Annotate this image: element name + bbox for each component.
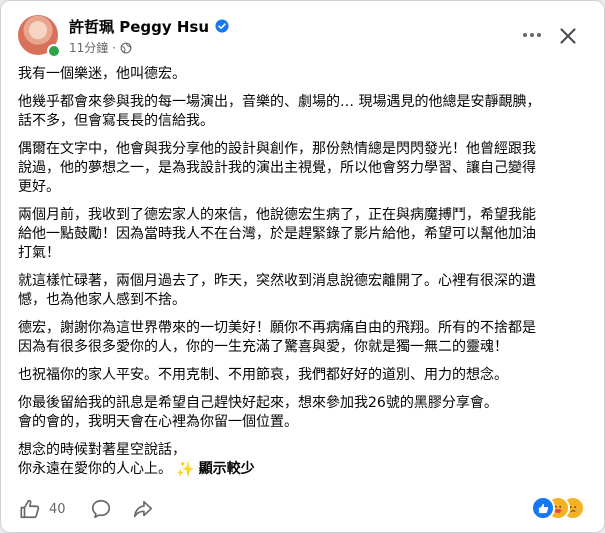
comment-button[interactable] xyxy=(90,497,112,521)
author-row: 許哲珮 Peggy Hsu xyxy=(69,16,229,36)
close-icon xyxy=(560,28,576,44)
online-status-dot xyxy=(47,44,61,58)
post-paragraph: 就這樣忙碌著，兩個月過去了，昨天，突然收到消息說德宏離開了。心裡有很深的遺 憾，… xyxy=(18,273,536,308)
author-avatar[interactable] xyxy=(18,15,61,58)
like-count[interactable]: 40 xyxy=(49,502,66,517)
share-arrow-icon xyxy=(133,500,153,518)
post-body: 我有一個樂迷，他叫德宏。 他幾乎都會來參與我的每一場演出，音樂的、劇場的… 現場… xyxy=(18,65,588,488)
show-less-link[interactable]: 顯示較少 xyxy=(199,460,255,479)
post-paragraph: 偶爾在文字中，他會與我分享他的設計與創作，那份熱情總是閃閃發光！他曾經跟我 說過… xyxy=(18,141,536,195)
like-reaction-icon xyxy=(531,496,555,520)
reaction-summary[interactable] xyxy=(531,496,589,520)
verified-badge-icon xyxy=(215,19,229,33)
like-button[interactable]: 40 xyxy=(19,497,66,521)
post-timestamp[interactable]: 11分鐘 xyxy=(69,39,108,56)
author-name[interactable]: 許哲珮 Peggy Hsu xyxy=(69,16,209,37)
close-button[interactable] xyxy=(555,23,581,49)
thumb-up-icon xyxy=(20,499,40,519)
post-card: 許哲珮 Peggy Hsu 11分鐘 · 我有一個樂迷，他叫德宏。 他幾乎都會來… xyxy=(0,0,605,533)
more-options-button[interactable] xyxy=(520,23,544,47)
post-paragraph: 兩個月前，我收到了德宏家人的來信，他說德宏生病了，正在與病魔搏鬥，希望我能 給他… xyxy=(18,207,536,261)
sparkles-emoji: ✨ xyxy=(176,460,195,478)
post-paragraph: 你最後留給我的訊息是希望自己趕快好起來，想來參加我26號的黑膠分享會。 會的會的… xyxy=(18,395,498,430)
post-paragraph: 我有一個樂迷，他叫德宏。 xyxy=(18,66,186,82)
post-paragraph: 德宏，謝謝你為這世界帶來的一切美好！願你不再病痛自由的飛翔。所有的不捨都是 因為… xyxy=(18,320,536,355)
post-line: 想念的時候對著星空說話， xyxy=(18,442,186,458)
share-button[interactable] xyxy=(132,497,154,521)
globe-icon[interactable] xyxy=(120,42,132,54)
post-paragraph-last: 想念的時候對著星空說話， 你永遠在愛你的人心上。 ✨ 顯示較少 xyxy=(18,441,588,479)
post-actions-bar: 40 xyxy=(1,489,604,529)
meta-separator: · xyxy=(112,40,117,55)
post-meta: 11分鐘 · xyxy=(69,39,132,56)
post-line: 你永遠在愛你的人心上。 xyxy=(18,461,172,477)
post-paragraph: 他幾乎都會來參與我的每一場演出，音樂的、劇場的… 現場遇見的他總是安靜靦腆， 話… xyxy=(18,94,541,129)
speech-bubble-icon xyxy=(91,499,111,519)
post-line-with-toggle: 你永遠在愛你的人心上。 ✨ 顯示較少 xyxy=(18,460,588,479)
ellipsis-icon xyxy=(523,33,541,37)
post-header: 許哲珮 Peggy Hsu 11分鐘 · xyxy=(1,1,604,65)
post-paragraph: 也祝福你的家人平安。不用克制、不用節哀，我們都好好的道別、用力的想念。 xyxy=(18,367,508,383)
